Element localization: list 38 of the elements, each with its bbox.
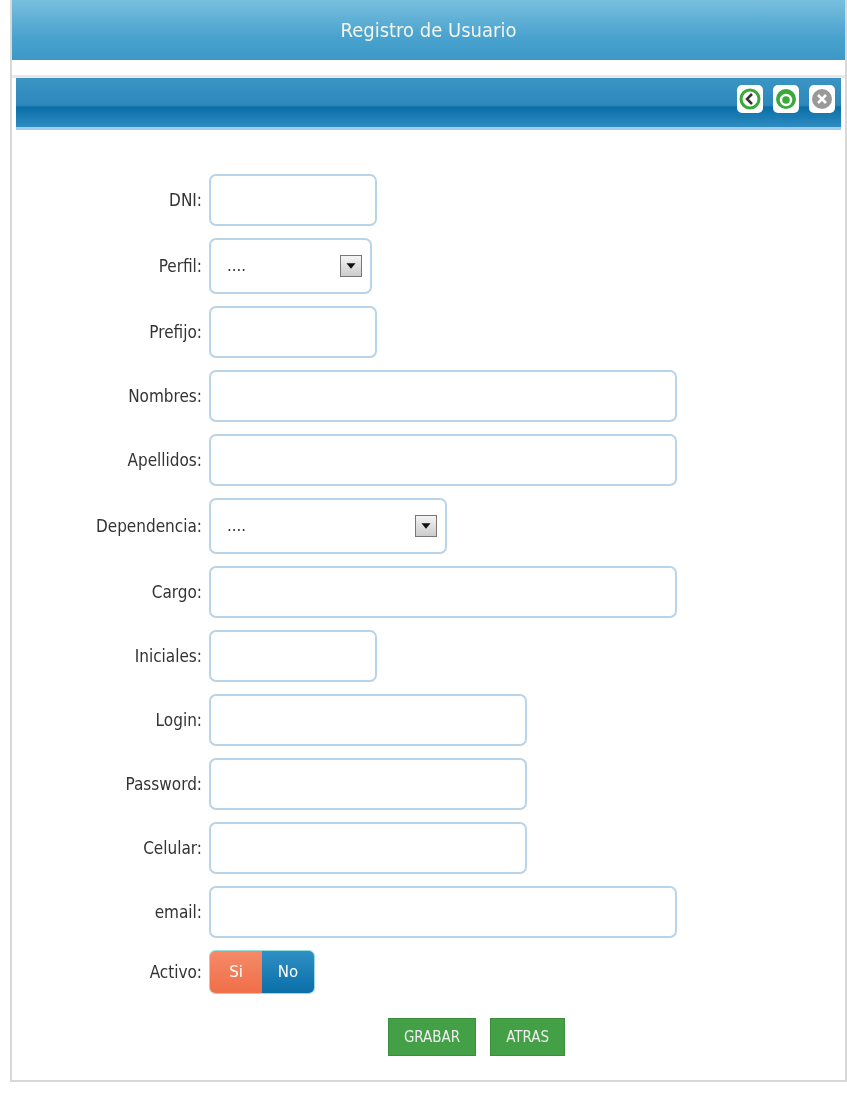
- action-button[interactable]: GRABAR: [387, 1018, 477, 1056]
- window-title: Registro de Usuario: [12, 0, 845, 60]
- toggle-option[interactable]: No: [262, 951, 314, 993]
- refresh-button[interactable]: [773, 84, 799, 113]
- action-button[interactable]: ATRAS: [490, 1018, 566, 1056]
- input-field[interactable]: [209, 822, 527, 874]
- field-label: Perfil:: [158, 256, 202, 276]
- field-label: DNI:: [169, 190, 202, 210]
- refresh-icon: [775, 87, 797, 110]
- toggle-option[interactable]: Si: [210, 951, 262, 993]
- close-icon: [811, 87, 833, 110]
- field-label: Activo:: [149, 962, 202, 982]
- field-label: Apellidos:: [127, 450, 202, 470]
- caret-icon: [340, 255, 362, 277]
- input-field[interactable]: [209, 174, 377, 226]
- input-field[interactable]: [209, 694, 527, 746]
- field-label: Prefijo:: [149, 322, 202, 342]
- field-label: Dependencia:: [95, 516, 202, 536]
- field-label: Iniciales:: [134, 646, 202, 666]
- input-field[interactable]: [209, 886, 677, 938]
- field-label: Celular:: [143, 838, 202, 858]
- field-label: Password:: [125, 774, 202, 794]
- dropdown[interactable]: ....: [209, 498, 447, 554]
- input-field[interactable]: [209, 434, 677, 486]
- input-field[interactable]: [209, 370, 677, 422]
- input-field[interactable]: [209, 566, 677, 618]
- field-label: Login:: [155, 710, 202, 730]
- caret-icon: [415, 515, 437, 537]
- field-label: Nombres:: [128, 386, 202, 406]
- input-field[interactable]: [209, 630, 377, 682]
- back-button[interactable]: [737, 84, 763, 113]
- input-field[interactable]: [209, 306, 377, 358]
- dropdown[interactable]: ....: [209, 238, 372, 294]
- field-label: email:: [154, 902, 202, 922]
- input-field[interactable]: [209, 758, 527, 810]
- back-icon: [739, 87, 761, 110]
- field-label: Cargo:: [151, 582, 202, 602]
- close-button[interactable]: [809, 84, 835, 113]
